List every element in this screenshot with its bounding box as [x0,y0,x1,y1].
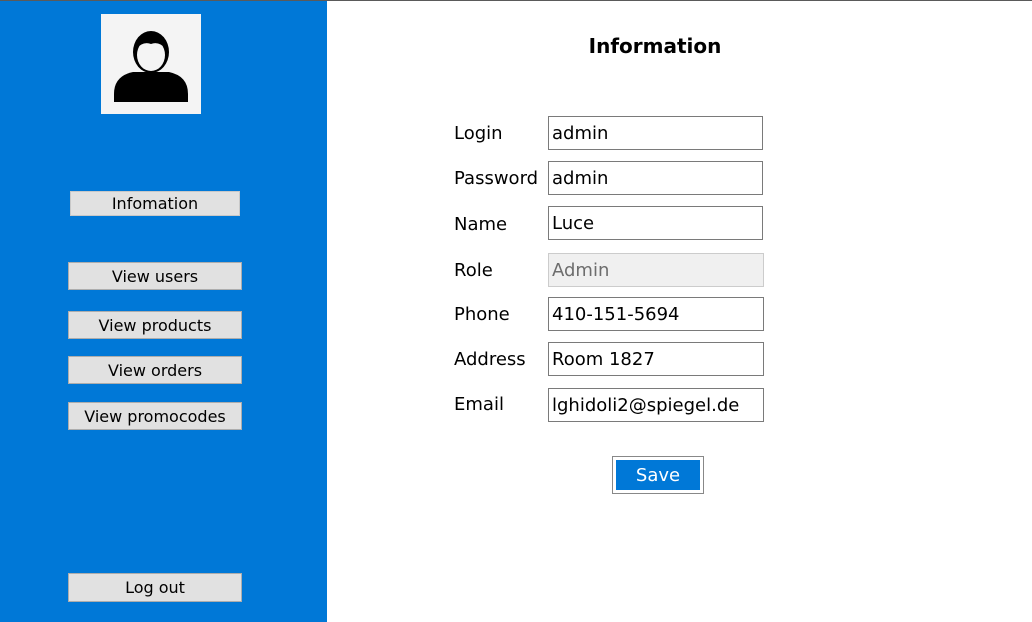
nav-view-promocodes-button[interactable]: View promocodes [68,402,242,430]
sidebar: Infomation View users View products View… [0,1,327,622]
page-title: Information [588,34,722,58]
phone-label: Phone [454,304,510,325]
address-field[interactable] [548,342,764,376]
password-label: Password [454,168,539,189]
logout-button[interactable]: Log out [68,573,242,602]
nav-view-products-button[interactable]: View products [68,311,242,339]
login-label: Login [454,123,503,144]
role-label: Role [454,260,493,281]
role-field [548,253,764,287]
login-field[interactable] [548,116,763,150]
email-label: Email [454,394,504,415]
phone-field[interactable] [548,297,764,331]
email-field[interactable] [548,388,764,422]
nav-information-button[interactable]: Infomation [70,191,240,216]
nav-view-orders-button[interactable]: View orders [68,356,242,384]
password-field[interactable] [548,161,763,195]
nav-view-users-button[interactable]: View users [68,262,242,290]
name-field[interactable] [548,206,763,240]
avatar [101,14,201,114]
save-button[interactable]: Save [616,460,700,490]
user-silhouette-icon [114,31,188,102]
save-button-frame: Save [612,456,704,494]
name-label: Name [454,214,508,235]
address-label: Address [454,349,526,370]
